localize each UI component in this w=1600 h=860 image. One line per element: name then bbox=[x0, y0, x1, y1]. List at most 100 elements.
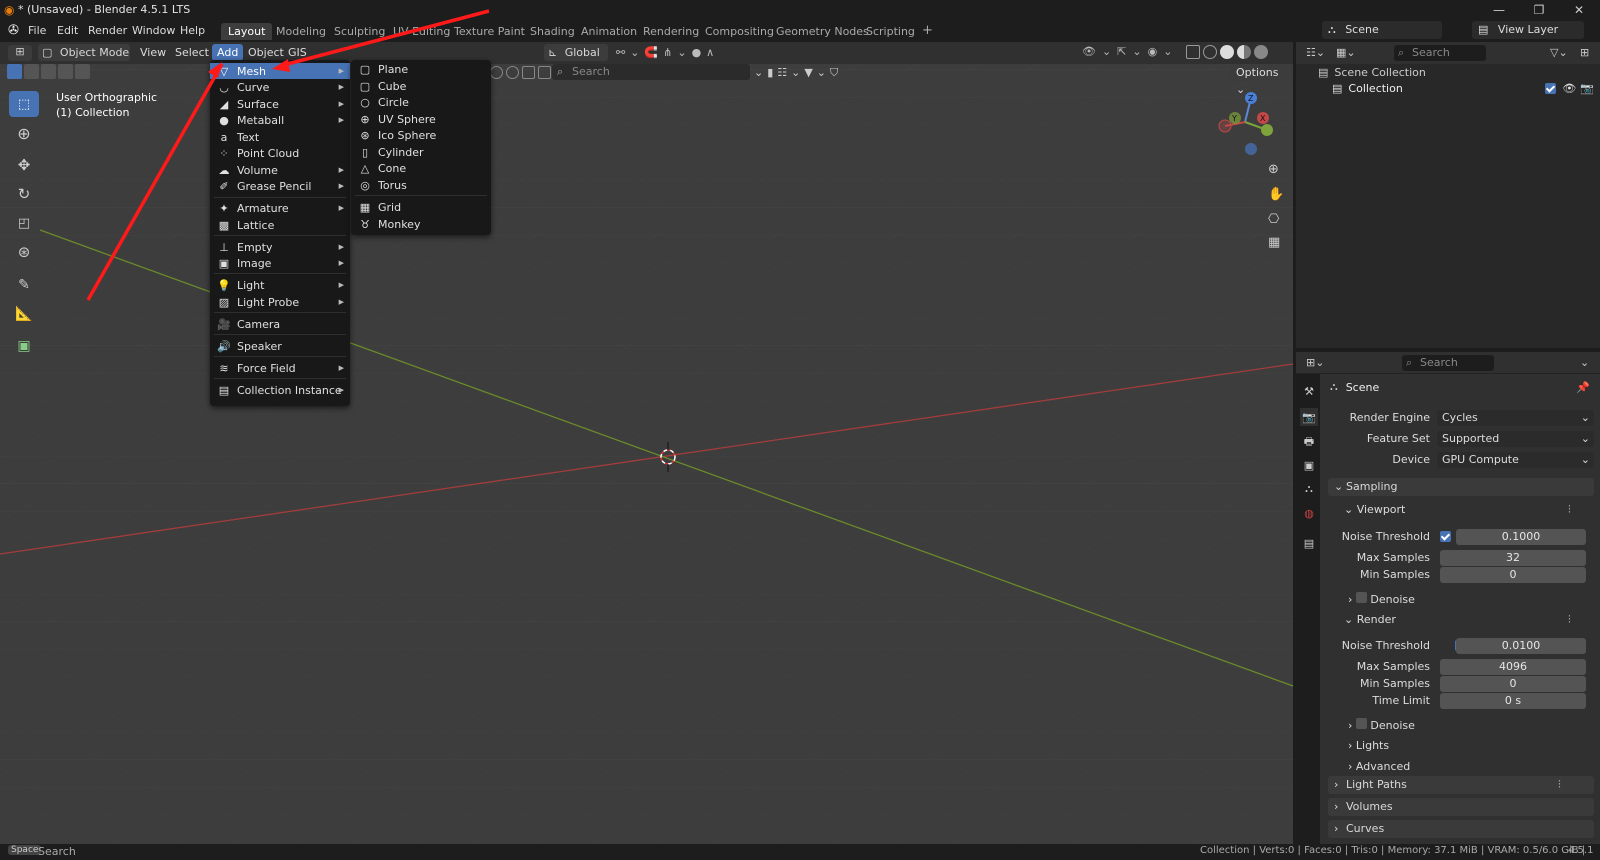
render-tab-icon[interactable]: 📷 bbox=[1300, 408, 1318, 426]
time-limit-field[interactable]: 0 s bbox=[1440, 693, 1586, 709]
mesh-menu-cone[interactable]: △ Cone bbox=[351, 160, 491, 176]
add-menu-metaball[interactable]: ● Metaball ▶ bbox=[210, 112, 350, 128]
menu-view[interactable]: View bbox=[136, 46, 170, 59]
scene-collection-row[interactable]: ▤ Scene Collection bbox=[1318, 66, 1426, 79]
shading-modes[interactable] bbox=[1186, 45, 1268, 59]
blender-menu-icon[interactable]: ✇ bbox=[8, 23, 19, 38]
pan-hand-icon[interactable]: ✋ bbox=[1268, 187, 1284, 202]
menu-add[interactable]: Add bbox=[212, 44, 244, 61]
vp-noise-threshold-checkbox[interactable] bbox=[1440, 531, 1451, 542]
collection-tab-icon[interactable]: ▤ bbox=[1300, 534, 1318, 552]
add-menu-light[interactable]: 💡 Light ▶ bbox=[210, 277, 350, 293]
mesh-menu-torus[interactable]: ◎ Torus bbox=[351, 177, 491, 193]
navigation-gizmo[interactable]: Z Y X bbox=[1215, 90, 1275, 160]
mesh-menu-cylinder[interactable]: ▯ Cylinder bbox=[351, 144, 491, 160]
tab-modeling[interactable]: Modeling bbox=[270, 24, 332, 39]
output-tab-icon[interactable]: 🖶 bbox=[1300, 433, 1318, 451]
wireframe-shading-icon[interactable] bbox=[1203, 45, 1217, 59]
mesh-menu-monkey[interactable]: ♉ Monkey bbox=[351, 216, 491, 232]
mesh-menu-uv-sphere[interactable]: ⊕ UV Sphere bbox=[351, 111, 491, 127]
add-menu-text[interactable]: a Text bbox=[210, 129, 350, 145]
presets-icon[interactable]: ⫶ bbox=[1568, 503, 1571, 517]
menu-select[interactable]: Select bbox=[171, 46, 213, 59]
transform-orientation[interactable]: ⊾ Global bbox=[544, 44, 608, 61]
add-menu-mesh[interactable]: ▽ Mesh ▶ bbox=[210, 63, 350, 79]
menu-render[interactable]: Render bbox=[88, 24, 127, 37]
select-mode-buttons[interactable] bbox=[7, 64, 90, 79]
add-menu-curve[interactable]: ◡ Curve ▶ bbox=[210, 79, 350, 95]
feature-set-dropdown[interactable]: Supported ⌄ bbox=[1437, 431, 1594, 447]
options-dropdown[interactable]: Options ⌄ bbox=[1230, 64, 1293, 96]
advanced-subpanel[interactable]: › Advanced bbox=[1348, 760, 1410, 773]
rendered-shading-icon[interactable] bbox=[1254, 45, 1268, 59]
pivot-snap-icons[interactable]: ⚯⌄🧲⋔⌄●∧ bbox=[616, 46, 719, 59]
add-menu-volume[interactable]: ☁ Volume ▶ bbox=[210, 162, 350, 178]
curves-panel-header[interactable]: › Curves bbox=[1328, 820, 1594, 838]
menu-gis[interactable]: GIS bbox=[284, 46, 311, 59]
outliner-editor-icon[interactable]: ☷⌄ bbox=[1306, 46, 1325, 59]
render-camera-icon[interactable]: 📷 bbox=[1580, 82, 1594, 95]
viewport-subpanel-header[interactable]: ⌄ Viewport bbox=[1344, 503, 1405, 516]
properties-editor-icon[interactable]: ⊞⌄ bbox=[1306, 356, 1324, 369]
measure-tool[interactable]: 📐 bbox=[9, 301, 39, 327]
add-menu-image[interactable]: ▣ Image ▶ bbox=[210, 255, 350, 271]
add-menu-armature[interactable]: ✦ Armature ▶ bbox=[210, 200, 350, 216]
view-layer-tab-icon[interactable]: ▣ bbox=[1300, 456, 1318, 474]
collection-row[interactable]: ▤ Collection 👁 📷 bbox=[1332, 82, 1594, 95]
pin-icon[interactable]: 📌 bbox=[1576, 381, 1590, 394]
3d-viewport[interactable]: User Orthographic (1) Collection ⬚ ⊕ ✥ ↻… bbox=[0, 42, 1293, 844]
tab-layout[interactable]: Layout bbox=[221, 23, 273, 40]
exclude-checkbox[interactable] bbox=[1545, 83, 1557, 94]
r-max-samples-field[interactable]: 4096 bbox=[1440, 659, 1586, 675]
r-denoise-checkbox[interactable] bbox=[1355, 718, 1367, 729]
tab-shading[interactable]: Shading bbox=[524, 24, 581, 39]
scene-tab-icon[interactable]: ⛬ bbox=[1300, 480, 1318, 498]
annotate-tool[interactable]: ✎ bbox=[9, 272, 39, 298]
solid-shading-icon[interactable] bbox=[1220, 45, 1234, 59]
minimize-button[interactable]: — bbox=[1484, 0, 1514, 20]
add-menu-collection-instance[interactable]: ▤ Collection Instance ▶ bbox=[210, 382, 350, 398]
vp-max-samples-field[interactable]: 32 bbox=[1440, 550, 1586, 566]
add-menu-surface[interactable]: ◢ Surface ▶ bbox=[210, 96, 350, 112]
add-menu-grease-pencil[interactable]: ✐ Grease Pencil ▶ bbox=[210, 178, 350, 194]
mesh-menu-plane[interactable]: ▢ Plane bbox=[351, 61, 491, 77]
close-button[interactable]: ✕ bbox=[1564, 0, 1594, 20]
chevron-down-icon[interactable]: ⌄ bbox=[1580, 356, 1589, 369]
mesh-menu-circle[interactable]: ○ Circle bbox=[351, 94, 491, 110]
mesh-menu-cube[interactable]: ▢ Cube bbox=[351, 78, 491, 94]
vp-min-samples-field[interactable]: 0 bbox=[1440, 567, 1586, 583]
editor-type-icon[interactable]: ⊞ bbox=[8, 45, 32, 61]
visibility-eye-icon[interactable]: 👁 bbox=[1562, 82, 1576, 95]
snap-icons[interactable] bbox=[490, 66, 551, 79]
tab-uv-editing[interactable]: UV Editing bbox=[387, 24, 456, 39]
presets-icon[interactable]: ⫶ bbox=[1558, 778, 1561, 792]
device-dropdown[interactable]: GPU Compute ⌄ bbox=[1437, 452, 1594, 468]
select-box-tool[interactable]: ⬚ bbox=[9, 91, 39, 117]
world-tab-icon[interactable]: ◍ bbox=[1300, 504, 1318, 522]
render-subpanel-header[interactable]: ⌄ Render bbox=[1344, 613, 1396, 626]
tab-texture-paint[interactable]: Texture Paint bbox=[448, 24, 531, 39]
presets-icon[interactable]: ⫶ bbox=[1568, 613, 1571, 627]
move-tool[interactable]: ✥ bbox=[9, 152, 39, 178]
select-subtract-icon[interactable] bbox=[41, 64, 56, 79]
add-menu-force-field[interactable]: ≋ Force Field ▶ bbox=[210, 360, 350, 376]
tab-compositing[interactable]: Compositing bbox=[699, 24, 780, 39]
volumes-panel-header[interactable]: › Volumes bbox=[1328, 798, 1594, 816]
menu-object[interactable]: Object bbox=[244, 46, 288, 59]
view-layer-selector[interactable]: ▤ View Layer bbox=[1472, 21, 1584, 39]
mode-selector[interactable]: ▢ Object Mode bbox=[38, 44, 130, 61]
select-new-icon[interactable] bbox=[7, 64, 22, 79]
filter-icon[interactable]: ▽⌄ bbox=[1550, 46, 1568, 59]
outliner-search-input[interactable]: ⌕ Search bbox=[1394, 45, 1486, 61]
ortho-grid-icon[interactable]: ▦ bbox=[1268, 235, 1280, 250]
select-intersect-icon[interactable] bbox=[75, 64, 90, 79]
xray-icon[interactable] bbox=[1186, 45, 1200, 59]
scale-tool[interactable]: ◰ bbox=[9, 210, 39, 236]
add-menu-empty[interactable]: ⊥ Empty ▶ bbox=[210, 239, 350, 255]
cursor-tool[interactable]: ⊕ bbox=[9, 120, 39, 146]
mesh-menu-ico-sphere[interactable]: ⊛ Ico Sphere bbox=[351, 127, 491, 143]
viewport-filter-icons[interactable]: ⌄▮☷⌄▼⌄⛉ bbox=[754, 66, 842, 80]
material-shading-icon[interactable] bbox=[1237, 45, 1251, 59]
vp-denoise-checkbox[interactable] bbox=[1355, 592, 1367, 603]
render-engine-dropdown[interactable]: Cycles ⌄ bbox=[1437, 410, 1594, 426]
